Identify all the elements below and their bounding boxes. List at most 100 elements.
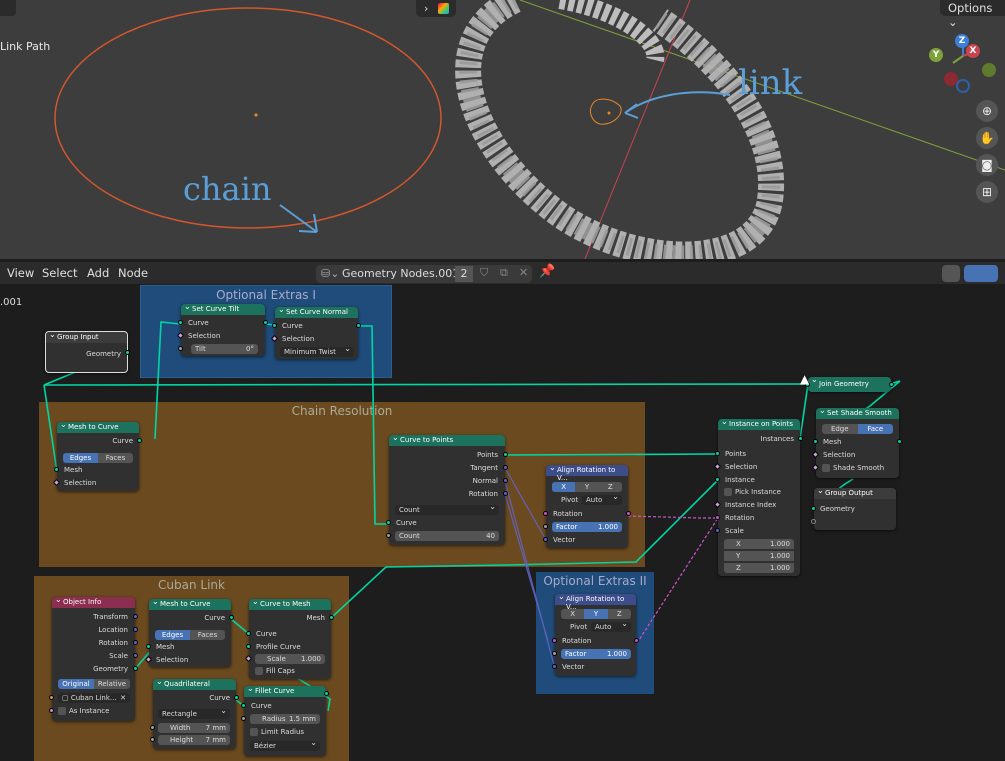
node-mesh-to-curve[interactable]: Mesh to Curve Curve EdgesFaces Mesh Sele…: [52, 420, 142, 491]
user-count[interactable]: 2: [455, 266, 473, 282]
domain-toggle[interactable]: Edges Faces: [155, 630, 225, 640]
axis-toggle[interactable]: XYZ: [552, 482, 622, 492]
limit-radius-checkbox[interactable]: [250, 728, 258, 736]
output-socket[interactable]: [889, 382, 894, 387]
output-socket[interactable]: [356, 323, 361, 328]
transform-space-toggle[interactable]: Original Relative: [58, 679, 130, 689]
node-group-output[interactable]: Group Output Geometry: [811, 486, 896, 530]
node-fillet-curve[interactable]: Fillet Curve Curve Radius1.5 mm Limit Ra…: [241, 684, 329, 756]
pivot-dropdown[interactable]: Auto: [591, 619, 631, 632]
gizmo-neg-z-axis[interactable]: [956, 79, 970, 93]
output-socket[interactable]: [329, 615, 334, 620]
node-curve-to-mesh[interactable]: Curve to Mesh Mesh Curve Profile Curve S…: [244, 597, 334, 679]
output-socket[interactable]: [133, 666, 138, 671]
count-field[interactable]: Count 40: [395, 531, 499, 541]
output-socket[interactable]: [263, 320, 268, 325]
3d-viewport[interactable]: Link Path › Options ⌄ chain link Z Y X ⊕…: [0, 0, 1005, 259]
close-icon[interactable]: ✕: [519, 266, 528, 279]
grid-view-icon[interactable]: ⊞: [976, 181, 998, 203]
input-socket[interactable]: [811, 506, 816, 511]
output-socket[interactable]: [503, 465, 508, 470]
object-field[interactable]: ▢ Cuban Link... ✕: [58, 693, 130, 703]
input-socket[interactable]: [715, 451, 720, 456]
output-socket[interactable]: [503, 491, 508, 496]
input-socket[interactable]: [178, 346, 183, 351]
width-field[interactable]: Width 7 mm: [158, 723, 230, 733]
camera-icon[interactable]: ◙: [976, 154, 998, 176]
input-socket[interactable]: [715, 477, 720, 482]
output-socket[interactable]: [798, 436, 803, 441]
input-socket[interactable]: [49, 695, 54, 700]
input-socket[interactable]: [552, 651, 557, 656]
output-socket[interactable]: [137, 438, 142, 443]
output-socket[interactable]: [133, 653, 138, 658]
editor-type-button[interactable]: [0, 0, 16, 16]
zoom-icon[interactable]: ⊕: [976, 100, 998, 122]
input-socket[interactable]: [241, 703, 246, 708]
node-tree-name[interactable]: Geometry Nodes.001: [342, 267, 459, 280]
factor-field[interactable]: Factor 1.000: [561, 649, 631, 659]
output-socket[interactable]: [234, 695, 239, 700]
output-socket[interactable]: [503, 478, 508, 483]
fillet-mode-dropdown[interactable]: Bézier: [250, 738, 320, 751]
input-socket[interactable]: [715, 528, 720, 533]
tilt-field[interactable]: Tilt 0°: [191, 344, 258, 354]
pin-icon[interactable]: 📌: [539, 264, 555, 279]
as-instance-checkbox[interactable]: [58, 707, 66, 715]
node-join-geometry[interactable]: Join Geometry: [805, 375, 894, 392]
pick-instance-checkbox[interactable]: [724, 488, 732, 496]
node-quadrilateral[interactable]: Quadrilateral Curve Rectangle Width7 mm …: [150, 677, 239, 749]
input-socket-empty[interactable]: [811, 519, 816, 524]
input-socket[interactable]: [54, 467, 59, 472]
gizmo-neg-y-axis[interactable]: [982, 63, 996, 77]
input-socket[interactable]: [241, 716, 246, 721]
domain-toggle[interactable]: Edge Face: [822, 424, 893, 434]
node-editor-canvas[interactable]: .001 Optional Extras I Chain Resolution …: [0, 284, 1005, 761]
node-object-info[interactable]: Object Info Transform Location Rotation …: [49, 595, 138, 721]
factor-field[interactable]: Factor 1.000: [552, 522, 622, 532]
node-group-input[interactable]: Group Input Geometry: [45, 330, 130, 373]
domain-toggle[interactable]: Edges Faces: [63, 453, 133, 463]
menu-node[interactable]: Node: [118, 266, 148, 280]
output-socket[interactable]: [133, 640, 138, 645]
output-socket[interactable]: [897, 439, 902, 444]
count-mode-dropdown[interactable]: Count: [395, 502, 499, 515]
input-socket[interactable]: [386, 520, 391, 525]
output-socket[interactable]: [133, 614, 138, 619]
scale-x-field[interactable]: X 1.000: [724, 539, 794, 549]
scale-y-field[interactable]: Y 1.000: [724, 551, 794, 561]
output-socket[interactable]: [133, 627, 138, 632]
fill-caps-checkbox[interactable]: [255, 667, 263, 675]
gizmo-toggle-button[interactable]: ›: [416, 0, 456, 17]
node-set-curve-tilt[interactable]: Set Curve Tilt Curve Selection Tilt0°: [176, 302, 268, 356]
input-socket[interactable]: [246, 631, 251, 636]
options-button[interactable]: Options ⌄: [940, 0, 1005, 29]
input-socket[interactable]: [543, 511, 548, 516]
node-instance-on-points[interactable]: Instance on Points Instances Points Sele…: [713, 417, 803, 576]
output-socket[interactable]: [125, 350, 130, 355]
input-socket[interactable]: [178, 320, 183, 325]
input-socket[interactable]: [552, 664, 557, 669]
menu-select[interactable]: Select: [42, 266, 77, 280]
output-socket[interactable]: [626, 511, 631, 516]
menu-view[interactable]: View: [7, 266, 34, 280]
output-socket[interactable]: [324, 691, 329, 696]
scale-z-field[interactable]: Z 1.000: [724, 563, 794, 573]
input-socket[interactable]: [272, 323, 277, 328]
input-socket[interactable]: [49, 708, 54, 713]
duplicate-icon[interactable]: ⧉: [500, 266, 508, 280]
pan-hand-icon[interactable]: ✋: [976, 127, 998, 149]
node-align-rotation-to-vector[interactable]: Align Rotation to V... XYZ Pivot Auto Ro…: [543, 463, 631, 548]
shade-smooth-checkbox[interactable]: [822, 464, 830, 472]
output-socket[interactable]: [634, 638, 639, 643]
node-curve-to-points[interactable]: Curve to Points Points Tangent Normal Ro…: [386, 433, 508, 545]
input-socket[interactable]: [715, 515, 720, 520]
input-socket[interactable]: [386, 533, 391, 538]
node-mesh-to-curve-2[interactable]: Mesh to Curve Curve EdgesFaces Mesh Sele…: [144, 597, 234, 667]
input-socket[interactable]: [146, 644, 151, 649]
node-align-rotation-to-vector-2[interactable]: Align Rotation to V... XYZ Pivot Auto Ro…: [552, 592, 639, 676]
gizmo-y-axis[interactable]: Y: [929, 48, 943, 62]
node-set-curve-normal[interactable]: Set Curve Normal Curve Selection Minimum…: [270, 305, 361, 359]
input-socket[interactable]: [552, 638, 557, 643]
axis-toggle[interactable]: XYZ: [561, 609, 631, 619]
